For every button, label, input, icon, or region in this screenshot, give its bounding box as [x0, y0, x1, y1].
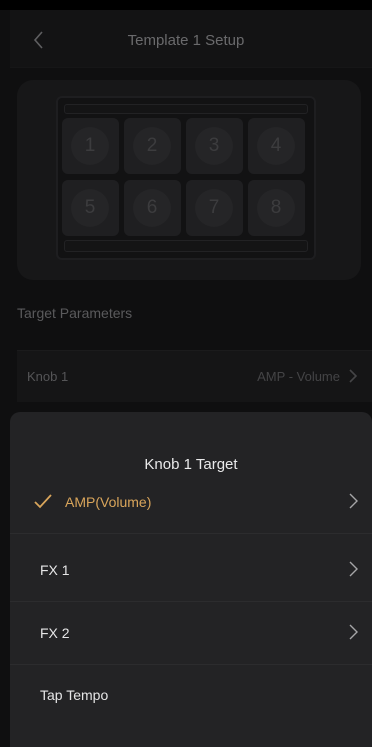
pad-number: 1: [71, 127, 109, 165]
pad-6[interactable]: 6: [124, 180, 181, 236]
param-row-knob-1[interactable]: Knob 1 AMP - Volume: [17, 350, 372, 402]
pad-number: 2: [133, 127, 171, 165]
option-label: AMP(Volume): [65, 494, 152, 510]
option-amp-volume[interactable]: AMP(Volume): [10, 472, 372, 534]
pad-number: 3: [195, 127, 233, 165]
chevron-right-icon: [349, 561, 358, 577]
pad-3[interactable]: 3: [186, 118, 243, 174]
pad-4[interactable]: 4: [248, 118, 305, 174]
option-label: Tap Tempo: [40, 687, 109, 703]
option-fx-1[interactable]: FX 1: [10, 540, 372, 602]
pad-1[interactable]: 1: [62, 118, 119, 174]
pad-2[interactable]: 2: [124, 118, 181, 174]
option-fx-2[interactable]: FX 2: [10, 603, 372, 665]
param-value: AMP - Volume: [257, 369, 340, 384]
chevron-right-icon: [349, 493, 358, 509]
device-top-bar: [64, 104, 308, 114]
param-name: Knob 1: [27, 369, 69, 384]
sheet-title: Knob 1 Target: [144, 456, 238, 473]
pad-number: 7: [195, 189, 233, 227]
pad-number: 6: [133, 189, 171, 227]
chevron-right-icon: [349, 369, 358, 383]
page-title: Template 1 Setup: [127, 32, 245, 49]
option-label: FX 2: [40, 625, 70, 641]
pad-7[interactable]: 7: [186, 180, 243, 236]
pad-number: 4: [257, 127, 295, 165]
status-bar: [0, 0, 372, 10]
option-tap-tempo[interactable]: Tap Tempo: [10, 665, 372, 727]
device-bottom-bar: [64, 240, 308, 252]
option-label: FX 1: [40, 562, 70, 578]
knob-target-sheet: Knob 1 Target AMP(Volume) FX 1 FX 2 Tap …: [10, 412, 372, 747]
pad-8[interactable]: 8: [248, 180, 305, 236]
navigation-bar: Template 1 Setup: [10, 10, 372, 68]
chevron-right-icon: [349, 624, 358, 640]
pad-5[interactable]: 5: [62, 180, 119, 236]
pad-number: 5: [71, 189, 109, 227]
checkmark-icon: [34, 494, 52, 509]
section-label: Target Parameters: [17, 305, 133, 321]
device-diagram: 1 2 3 4 5 6 7 8: [56, 96, 316, 260]
pad-number: 8: [257, 189, 295, 227]
